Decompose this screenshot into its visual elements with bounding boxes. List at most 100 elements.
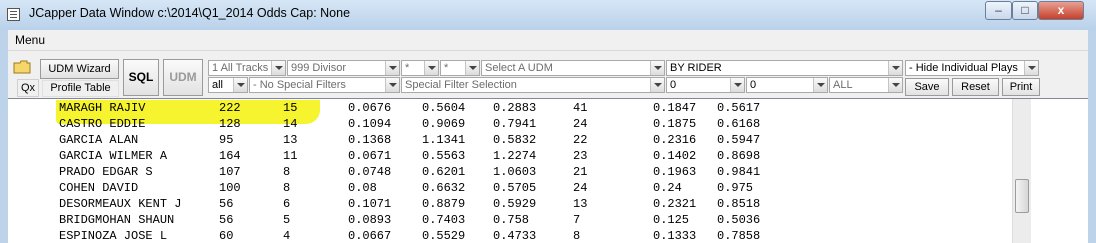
- value-cell: 8: [283, 181, 291, 195]
- save-button[interactable]: Save: [905, 78, 949, 96]
- menu-item-menu[interactable]: Menu: [15, 33, 45, 47]
- value-cell: 107: [219, 165, 241, 179]
- value-cell: 0.1963: [653, 165, 697, 179]
- chevron-down-icon: [424, 61, 438, 75]
- value-cell: 0.8698: [717, 149, 761, 163]
- table-row[interactable]: COHEN DAVID 100 8 0.08 0.6632 0.5705 24 0.24 0.9…: [8, 179, 1068, 195]
- window-title: JCapper Data Window c:\2014\Q1_2014 Odds…: [29, 6, 351, 20]
- all-caps-dropdown[interactable]: ALL: [829, 77, 903, 93]
- select-udm-dropdown[interactable]: Select A UDM: [481, 60, 665, 76]
- value-cell: 56: [219, 213, 234, 227]
- scrollbar-thumb[interactable]: [1015, 179, 1029, 213]
- value-cell: 128: [219, 117, 241, 131]
- qx-button[interactable]: Qx: [17, 79, 39, 97]
- value-cell: 41: [573, 101, 588, 115]
- value-cell: 0.6168: [717, 117, 761, 131]
- value-cell: 56: [219, 197, 234, 211]
- chevron-down-icon: [233, 78, 247, 92]
- chevron-down-icon: [730, 78, 744, 92]
- filter-dropdown-2[interactable]: *: [440, 60, 480, 76]
- value-cell: 5: [283, 213, 291, 227]
- divisor-dropdown[interactable]: 999 Divisor: [287, 60, 400, 76]
- profile-table-button[interactable]: Profile Table: [42, 80, 119, 97]
- udm-wizard-button[interactable]: UDM Wizard: [40, 59, 119, 79]
- value-cell: 0.8518: [717, 197, 761, 211]
- value-dropdown-2[interactable]: 0: [746, 77, 828, 93]
- hide-plays-dropdown[interactable]: - Hide Individual Plays: [905, 60, 1039, 76]
- value-cell: 14: [283, 117, 298, 131]
- rider-name-cell: COHEN DAVID: [59, 181, 139, 195]
- value-cell: 0.5929: [493, 197, 537, 211]
- value-cell: 0.125: [653, 213, 690, 227]
- app-icon: [7, 8, 20, 21]
- value-cell: 0.2321: [653, 197, 697, 211]
- all-dropdown[interactable]: all: [208, 77, 248, 93]
- value-cell: 0.5947: [717, 133, 761, 147]
- filter-1-value: *: [405, 62, 410, 74]
- value-cell: 4: [283, 229, 291, 243]
- folder-icon[interactable]: [13, 60, 31, 74]
- filter-dropdown-1[interactable]: *: [401, 60, 439, 76]
- table-row[interactable]: BRIDGMOHAN SHAUN 56 5 0.0893 0.7403 0.758 7 0.1…: [8, 211, 1068, 227]
- value-cell: 0.4733: [493, 229, 537, 243]
- value-cell: 0.24: [653, 181, 682, 195]
- table-row[interactable]: GARCIA WILMER A 164 11 0.0671 0.5563 1.2274 23…: [8, 147, 1068, 163]
- value-cell: 0.5529: [422, 229, 466, 243]
- maximize-button[interactable]: □: [1012, 1, 1038, 20]
- value-cell: 0.0748: [348, 165, 392, 179]
- value-cell: 0.1071: [348, 197, 392, 211]
- tracks-dropdown[interactable]: 1 All Tracks: [208, 60, 286, 76]
- sql-button[interactable]: SQL: [123, 59, 159, 96]
- table-row[interactable]: GARCIA ALAN 95 13 0.1368 1.1341 0.5832 22 0.231…: [8, 131, 1068, 147]
- value-cell: 0.5563: [422, 149, 466, 163]
- value-cell: 0.2316: [653, 133, 697, 147]
- value-cell: 13: [573, 197, 588, 211]
- chevron-down-icon: [385, 78, 399, 92]
- value-cell: 222: [219, 101, 241, 115]
- chevron-down-icon: [465, 61, 479, 75]
- value-cell: 0.1875: [653, 117, 697, 131]
- rider-name-cell: PRADO EDGAR S: [59, 165, 153, 179]
- value-cell: 0.9069: [422, 117, 466, 131]
- filter-2-value: *: [444, 62, 449, 74]
- value-cell: 8: [573, 229, 581, 243]
- chevron-down-icon: [813, 78, 827, 92]
- by-rider-dropdown[interactable]: BY RIDER: [666, 60, 903, 76]
- all-caps-value: ALL: [833, 79, 853, 91]
- value-cell: 1.0603: [493, 165, 537, 179]
- value-cell: 1.1341: [422, 133, 466, 147]
- minimize-button[interactable]: –: [985, 1, 1012, 20]
- udm-button[interactable]: UDM: [163, 59, 203, 96]
- table-row[interactable]: MARAGH RAJIV 222 15 0.0676 0.5604 0.2883 41 0.1…: [8, 99, 1068, 115]
- value-cell: 100: [219, 181, 241, 195]
- value-cell: 0.1094: [348, 117, 392, 131]
- divisor-value: 999 Divisor: [291, 62, 347, 74]
- value-dropdown-1[interactable]: 0: [666, 77, 745, 93]
- value-cell: 0.5604: [422, 101, 466, 115]
- rider-name-cell: ESPINOZA JOSE L: [59, 229, 168, 243]
- table-row[interactable]: CASTRO EDDIE 128 14 0.1094 0.9069 0.7941 24 0.1…: [8, 115, 1068, 131]
- hide-plays-value: - Hide Individual Plays: [909, 62, 1018, 74]
- value-cell: 0.1847: [653, 101, 697, 115]
- value-cell: 1.2274: [493, 149, 537, 163]
- special-filters-dropdown[interactable]: - No Special Filters: [249, 77, 400, 93]
- vertical-scrollbar[interactable]: [1012, 99, 1031, 243]
- title-bar: JCapper Data Window c:\2014\Q1_2014 Odds…: [0, 0, 1096, 30]
- menu-bar: Menu: [8, 30, 1088, 50]
- chevron-down-icon: [888, 78, 902, 92]
- close-button[interactable]: x: [1038, 1, 1084, 20]
- print-button[interactable]: Print: [1002, 78, 1040, 96]
- reset-button[interactable]: Reset: [952, 78, 999, 96]
- value-cell: 22: [573, 133, 588, 147]
- table-row[interactable]: DESORMEAUX KENT J 56 6 0.1071 0.8879 0.5929 13…: [8, 195, 1068, 211]
- special-filter-selection-dropdown[interactable]: Special Filter Selection: [401, 77, 665, 93]
- rider-name-cell: GARCIA ALAN: [59, 133, 139, 147]
- value-cell: 0.7403: [422, 213, 466, 227]
- value-cell: 15: [283, 101, 298, 115]
- special-filter-selection-value: Special Filter Selection: [405, 79, 517, 91]
- value-cell: 0.0676: [348, 101, 392, 115]
- value-cell: 7: [573, 213, 581, 227]
- value-cell: 0.5036: [717, 213, 761, 227]
- table-row[interactable]: ESPINOZA JOSE L 60 4 0.0667 0.5529 0.4733 8 0.1…: [8, 227, 1068, 243]
- table-row[interactable]: PRADO EDGAR S 107 8 0.0748 0.6201 1.0603 21 0.1…: [8, 163, 1068, 179]
